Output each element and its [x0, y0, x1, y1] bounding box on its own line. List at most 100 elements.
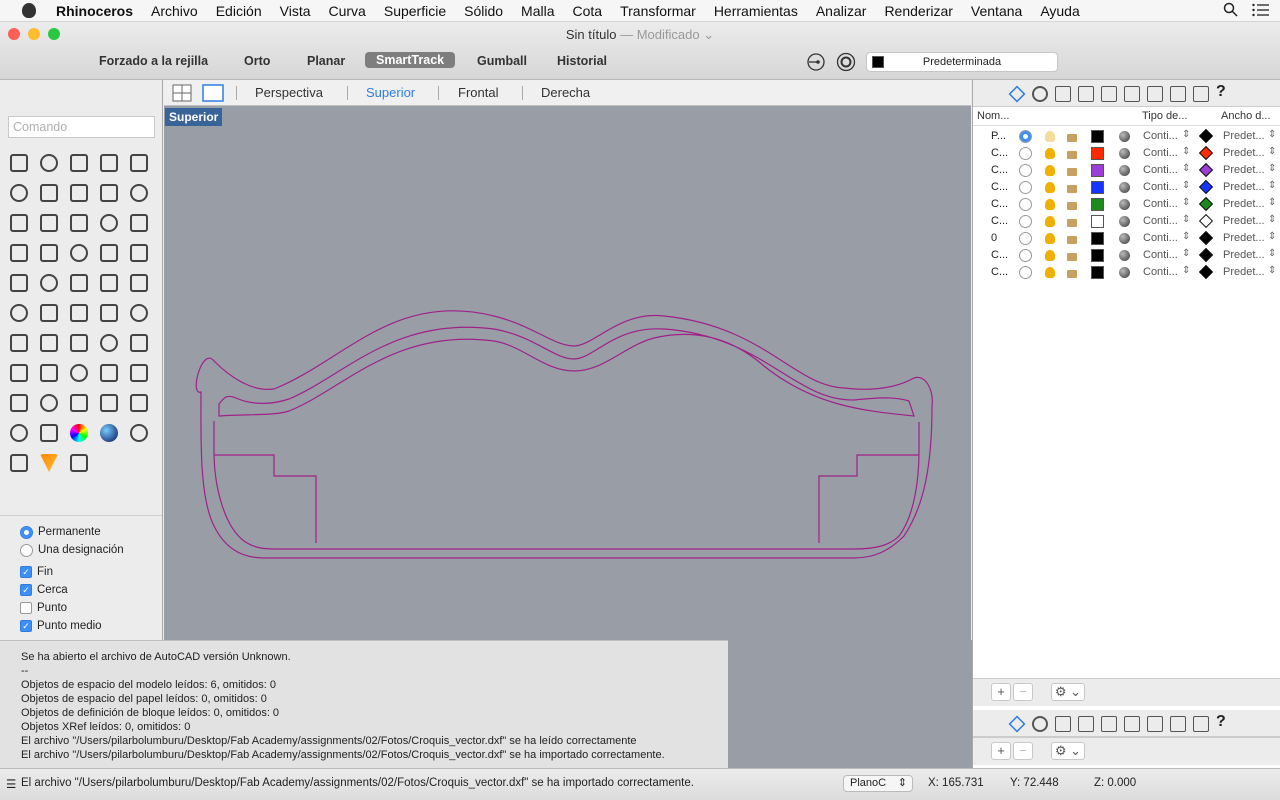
- layer-row[interactable]: C... Conti... ⇕ Predet... ⇕: [973, 196, 1280, 213]
- layer-color-swatch[interactable]: [1091, 130, 1104, 143]
- lock-icon[interactable]: [1067, 202, 1077, 210]
- current-layer-radio[interactable]: [1019, 215, 1032, 228]
- layer-color-swatch[interactable]: [1091, 215, 1104, 228]
- array-icon[interactable]: [4, 298, 34, 328]
- material-icon[interactable]: [1119, 267, 1130, 278]
- align-icon[interactable]: [34, 298, 64, 328]
- layer-width[interactable]: Predet...: [1223, 130, 1265, 142]
- stepper-icon[interactable]: ⇕: [1182, 129, 1190, 140]
- lock-icon[interactable]: [1067, 134, 1077, 142]
- lightbulb-icon[interactable]: [1045, 216, 1055, 227]
- viewport-superior[interactable]: [164, 106, 971, 640]
- grid-icon[interactable]: [4, 328, 34, 358]
- lock-icon[interactable]: [4, 418, 34, 448]
- tab-derecha[interactable]: Derecha: [541, 85, 590, 100]
- layer-width[interactable]: Predet...: [1223, 198, 1265, 210]
- layer-linetype[interactable]: Conti...: [1143, 130, 1178, 142]
- stepper-icon[interactable]: ⇕: [1268, 231, 1276, 242]
- layer-linetype[interactable]: Conti...: [1143, 181, 1178, 193]
- layer-row[interactable]: P... Conti... ⇕ Predet... ⇕: [973, 128, 1280, 145]
- gumball-icon[interactable]: [34, 328, 64, 358]
- stepper-icon[interactable]: ⇕: [1268, 146, 1276, 157]
- wire-sphere-icon[interactable]: [124, 418, 154, 448]
- smarttrack-toggle[interactable]: SmartTrack: [365, 52, 456, 68]
- menu-renderizar[interactable]: Renderizar: [875, 3, 961, 19]
- check-icon[interactable]: [94, 328, 124, 358]
- stepper-icon[interactable]: ⇕: [1268, 163, 1276, 174]
- lock-icon[interactable]: [1067, 253, 1077, 261]
- menu-analizar[interactable]: Analizar: [807, 3, 876, 19]
- zoom-icon[interactable]: [34, 358, 64, 388]
- inner-back-curve[interactable]: [218, 326, 915, 417]
- checkbox-near[interactable]: ✓: [20, 584, 32, 596]
- outer-back-curve[interactable]: [195, 310, 933, 559]
- split-icon[interactable]: [64, 238, 94, 268]
- cylinder-icon[interactable]: [124, 208, 154, 238]
- layer-linetype[interactable]: Conti...: [1143, 215, 1178, 227]
- layer-color-swatch[interactable]: [1091, 249, 1104, 262]
- sphere-render-icon[interactable]: [94, 418, 124, 448]
- menu-archivo[interactable]: Archivo: [142, 3, 207, 19]
- print-color-icon[interactable]: [1198, 196, 1214, 212]
- tab-superior[interactable]: Superior: [366, 85, 415, 100]
- group-icon[interactable]: [4, 268, 34, 298]
- lightbulb-icon[interactable]: [1045, 233, 1055, 244]
- curve-icon[interactable]: [94, 148, 124, 178]
- print-color-icon[interactable]: [1198, 213, 1214, 229]
- lightbulb-icon[interactable]: [1045, 267, 1055, 278]
- display-icon[interactable]: [1170, 716, 1186, 732]
- fillet-icon[interactable]: [124, 178, 154, 208]
- layer-name[interactable]: C...: [991, 181, 1008, 193]
- circle-icon[interactable]: [124, 148, 154, 178]
- undo-view-icon[interactable]: [4, 388, 34, 418]
- four-viewports-icon[interactable]: [172, 84, 192, 102]
- sofa-sketch-drawing[interactable]: [164, 106, 971, 640]
- snap-icon[interactable]: [94, 388, 124, 418]
- material-icon[interactable]: [1119, 165, 1130, 176]
- solid-edit-icon[interactable]: [94, 268, 124, 298]
- material-icon[interactable]: [1119, 182, 1130, 193]
- checkbox-end[interactable]: ✓: [20, 566, 32, 578]
- transform-icon[interactable]: [64, 448, 94, 478]
- layer-color-swatch[interactable]: [1091, 198, 1104, 211]
- radio-permanent[interactable]: [20, 525, 33, 539]
- lights-icon[interactable]: [1124, 86, 1140, 102]
- menu-ventana[interactable]: Ventana: [962, 3, 1031, 19]
- current-layer-radio[interactable]: [1019, 249, 1032, 262]
- left-arm-outline[interactable]: [214, 454, 317, 543]
- layer-name[interactable]: C...: [991, 249, 1008, 261]
- checkbox-midpoint[interactable]: ✓: [20, 620, 32, 632]
- menu-curva[interactable]: Curva: [320, 3, 375, 19]
- objects-icon[interactable]: [1078, 716, 1094, 732]
- display-icon[interactable]: [1170, 86, 1186, 102]
- inner-seat-outline[interactable]: [213, 421, 920, 550]
- render-sphere-icon[interactable]: [4, 448, 34, 478]
- mesh-grid-icon[interactable]: [64, 388, 94, 418]
- print-color-icon[interactable]: [1198, 179, 1214, 195]
- lightbulb-icon[interactable]: [1045, 131, 1055, 142]
- apple-icon[interactable]: [22, 3, 36, 18]
- layer-color-swatch[interactable]: [1091, 181, 1104, 194]
- remove-layer-button[interactable]: −: [1013, 683, 1033, 701]
- osnap-one-time-option[interactable]: Una designación: [0, 541, 162, 559]
- box-icon[interactable]: [64, 208, 94, 238]
- menu-solido[interactable]: Sólido: [455, 3, 512, 19]
- material-icon[interactable]: [1119, 199, 1130, 210]
- point-icon[interactable]: [34, 148, 64, 178]
- notes-icon[interactable]: [1147, 86, 1163, 102]
- layer-width[interactable]: Predet...: [1223, 147, 1265, 159]
- stepper-icon[interactable]: ⇕: [1182, 163, 1190, 174]
- layer-name[interactable]: C...: [991, 198, 1008, 210]
- layer-name[interactable]: 0: [991, 232, 997, 244]
- layers-icon[interactable]: [1008, 715, 1026, 733]
- mesh-icon[interactable]: [4, 238, 34, 268]
- menu-cota[interactable]: Cota: [564, 3, 612, 19]
- join-icon[interactable]: [124, 238, 154, 268]
- project-icon[interactable]: [124, 298, 154, 328]
- menu-transformar[interactable]: Transformar: [611, 3, 705, 19]
- current-layer-radio[interactable]: [1019, 198, 1032, 211]
- explode-icon[interactable]: [34, 238, 64, 268]
- move-icon[interactable]: [34, 268, 64, 298]
- osnap-end-option[interactable]: ✓ Fin: [0, 563, 162, 581]
- layer-width[interactable]: Predet...: [1223, 266, 1265, 278]
